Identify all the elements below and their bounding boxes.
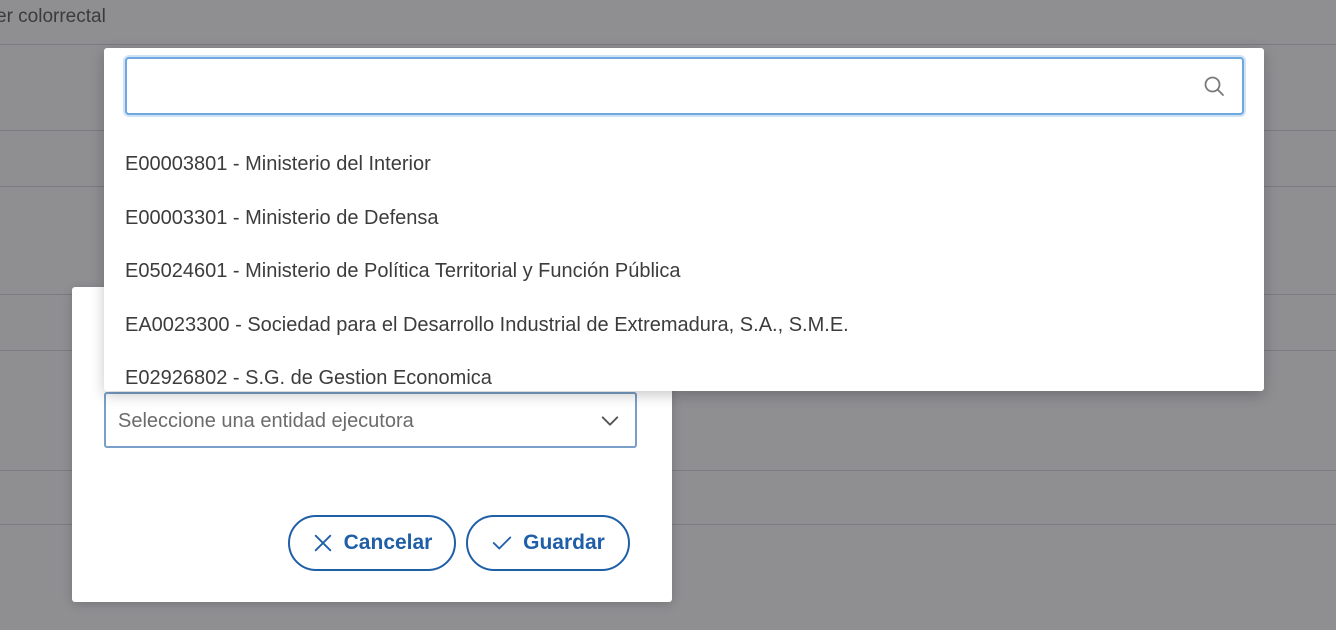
options-list: E00003801 - Ministerio del Interior E000… (104, 138, 1264, 391)
save-button[interactable]: Guardar (466, 515, 630, 571)
save-button-label: Guardar (523, 531, 605, 554)
search-box[interactable] (125, 57, 1244, 115)
entidad-ejecutora-select[interactable]: Seleccione una entidad ejecutora (104, 392, 637, 448)
search-icon[interactable] (1202, 74, 1226, 98)
background-divider (0, 44, 1336, 45)
background-text: er colorrectal (0, 6, 106, 27)
search-input[interactable] (137, 67, 1181, 107)
list-item[interactable]: E00003801 - Ministerio del Interior (104, 138, 1264, 192)
check-icon (492, 536, 512, 550)
close-icon (314, 534, 331, 552)
entidad-dropdown-panel: E00003801 - Ministerio del Interior E000… (104, 48, 1264, 391)
select-placeholder: Seleccione una entidad ejecutora (118, 410, 414, 432)
list-item[interactable]: E05024601 - Ministerio de Política Terri… (104, 245, 1264, 299)
list-item[interactable]: E00003301 - Ministerio de Defensa (104, 192, 1264, 246)
list-item[interactable]: E02926802 - S.G. de Gestion Economica (104, 352, 1264, 391)
list-item[interactable]: EA0023300 - Sociedad para el Desarrollo … (104, 299, 1264, 353)
cancel-button[interactable]: Cancelar (288, 515, 456, 571)
cancel-button-label: Cancelar (343, 531, 433, 554)
chevron-down-icon[interactable] (599, 410, 621, 432)
